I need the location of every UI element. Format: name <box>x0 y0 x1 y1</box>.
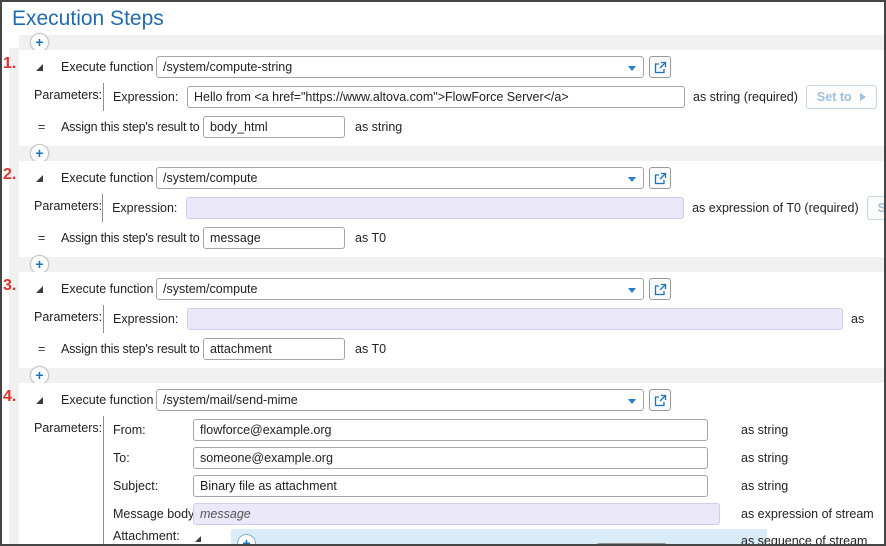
open-function-button[interactable] <box>649 56 671 78</box>
step-1: 1. Execute function /system/compute-stri… <box>19 50 884 146</box>
assign-result-label: Assign this step's result to <box>61 120 203 134</box>
left-gutter <box>9 48 19 544</box>
expression-field[interactable]: stream-from-string(body_html, 'UTF-8', '… <box>186 197 684 219</box>
param-type-label: as sequence of stream <box>741 534 867 546</box>
collapse-expander-icon[interactable] <box>36 175 43 182</box>
function-path-combobox[interactable]: /system/compute-string <box>156 56 644 78</box>
param-type-label: as string <box>741 423 788 437</box>
expression-input[interactable] <box>187 86 685 108</box>
dropdown-arrow-icon[interactable] <box>628 66 636 71</box>
execute-function-label: Execute function <box>61 282 156 296</box>
execute-function-label: Execute function <box>61 393 156 407</box>
assign-result-label: Assign this step's result to <box>61 342 203 356</box>
set-to-button[interactable]: Set to <box>596 543 667 546</box>
param-type-label: as string <box>741 451 788 465</box>
from-input[interactable] <box>193 419 708 441</box>
param-type-label: as expression of stream <box>741 507 874 521</box>
subject-input[interactable] <box>193 475 708 497</box>
insert-step-row: + <box>19 146 884 161</box>
result-type-label: as string <box>355 120 402 134</box>
param-type-label: as <box>851 312 864 326</box>
result-name-input[interactable] <box>203 227 345 249</box>
insert-step-row: + <box>19 368 884 383</box>
set-to-button[interactable]: Set to <box>806 85 877 109</box>
function-path-value: /system/compute <box>163 171 257 185</box>
execution-steps-window: Execution Steps + 1. Execute function /s… <box>0 0 886 546</box>
external-link-icon <box>654 61 667 74</box>
external-link-icon <box>654 394 667 407</box>
result-name-input[interactable] <box>203 116 345 138</box>
execute-function-label: Execute function <box>61 60 156 74</box>
parameters-label: Parameters: <box>34 83 103 111</box>
assign-result-label: Assign this step's result to <box>61 231 203 245</box>
function-path-value: /system/compute <box>163 282 257 296</box>
collapse-expander-icon[interactable] <box>36 286 43 293</box>
step-number: 3. <box>3 277 16 295</box>
message-body-field[interactable]: message <box>193 503 720 525</box>
set-to-label: Set to <box>878 201 886 215</box>
step-number: 4. <box>3 388 16 406</box>
external-link-icon <box>654 283 667 296</box>
collapse-expander-icon[interactable] <box>36 397 43 404</box>
function-path-value: /system/mail/send-mime <box>163 393 298 407</box>
result-type-label: as T0 <box>355 231 386 245</box>
to-label: To: <box>113 451 193 465</box>
set-to-label: Set to <box>817 90 852 104</box>
open-function-button[interactable] <box>649 167 671 189</box>
step-3: 3. Execute function /system/compute Para… <box>19 272 884 368</box>
attachment-label: Attachment: <box>113 529 193 543</box>
parameters-label: Parameters: <box>34 194 102 222</box>
from-label: From: <box>113 423 193 437</box>
page-title: Execution Steps <box>2 2 884 35</box>
param-type-label: as string <box>741 479 788 493</box>
parameters-body: Expression: add-mime-header(stream-open(… <box>103 305 864 333</box>
insert-step-row: + <box>19 257 884 272</box>
parameters-label: Parameters: <box>34 416 103 546</box>
step-number: 1. <box>3 55 16 73</box>
parameters-body: Expression: as string (required) Set to <box>103 83 877 111</box>
equals-sign: = <box>34 120 61 134</box>
execute-function-label: Execute function <box>61 171 156 185</box>
dropdown-arrow-icon[interactable] <box>628 177 636 182</box>
result-type-label: as T0 <box>355 342 386 356</box>
expression-label: Expression: <box>113 312 187 326</box>
parameters-label: Parameters: <box>34 305 103 333</box>
attachment-expander-icon[interactable] <box>195 536 201 542</box>
external-link-icon <box>654 172 667 185</box>
step-number: 2. <box>3 166 16 184</box>
function-path-value: /system/compute-string <box>163 60 292 74</box>
function-path-combobox[interactable]: /system/compute <box>156 167 644 189</box>
to-input[interactable] <box>193 447 708 469</box>
set-to-button[interactable]: Set to <box>867 196 886 220</box>
dropdown-arrow-icon[interactable] <box>628 288 636 293</box>
message-body-label: Message body: <box>113 507 193 521</box>
open-function-button[interactable] <box>649 389 671 411</box>
function-path-combobox[interactable]: /system/mail/send-mime <box>156 389 644 411</box>
insert-step-row: + <box>19 35 884 50</box>
parameters-body: From: as string To: as string Subject: a… <box>103 416 874 546</box>
expression-label: Expression: <box>112 201 186 215</box>
function-path-combobox[interactable]: /system/compute <box>156 278 644 300</box>
collapse-expander-icon[interactable] <box>36 64 43 71</box>
equals-sign: = <box>34 231 61 245</box>
step-2: 2. Execute function /system/compute Para… <box>19 161 884 257</box>
subject-label: Subject: <box>113 479 193 493</box>
expression-label: Expression: <box>113 90 187 104</box>
result-name-input[interactable] <box>203 338 345 360</box>
param-type-label: as expression of T0 (required) <box>692 201 859 215</box>
param-type-label: as string (required) <box>693 90 798 104</box>
dropdown-arrow-icon[interactable] <box>628 399 636 404</box>
open-function-button[interactable] <box>649 278 671 300</box>
equals-sign: = <box>34 342 61 356</box>
set-to-arrow-icon <box>860 93 866 101</box>
attachment-panel: + + mime-content-encode(attachment, 'bas… <box>231 529 767 546</box>
add-attachment-above-button[interactable]: + <box>237 534 256 546</box>
expression-field[interactable]: add-mime-header(stream-open('C:\sample.p… <box>187 308 843 330</box>
step-4: 4. Execute function /system/mail/send-mi… <box>19 383 884 546</box>
parameters-body: Expression: stream-from-string(body_html… <box>102 194 886 222</box>
